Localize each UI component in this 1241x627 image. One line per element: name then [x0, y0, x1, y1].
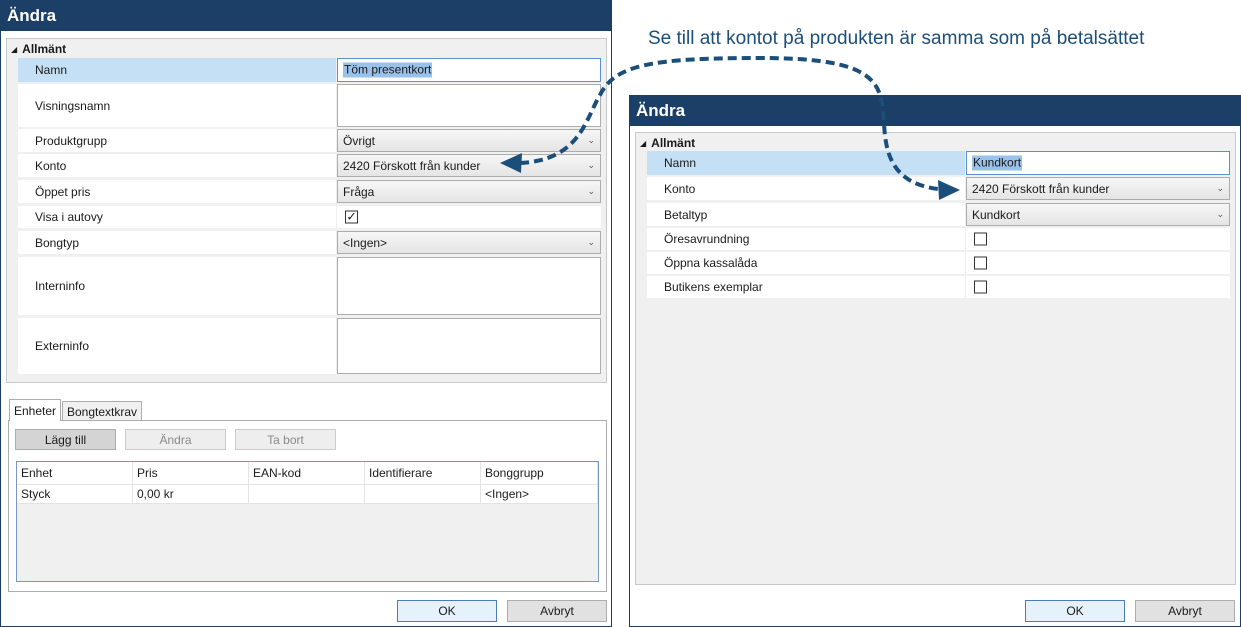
dashed-connector-line	[519, 55, 956, 192]
tab-enheter[interactable]: Enheter	[9, 399, 62, 421]
arrow-head-right-icon	[938, 180, 960, 200]
arrow-head-left-icon	[500, 153, 522, 173]
annotation-arrows	[500, 55, 960, 200]
